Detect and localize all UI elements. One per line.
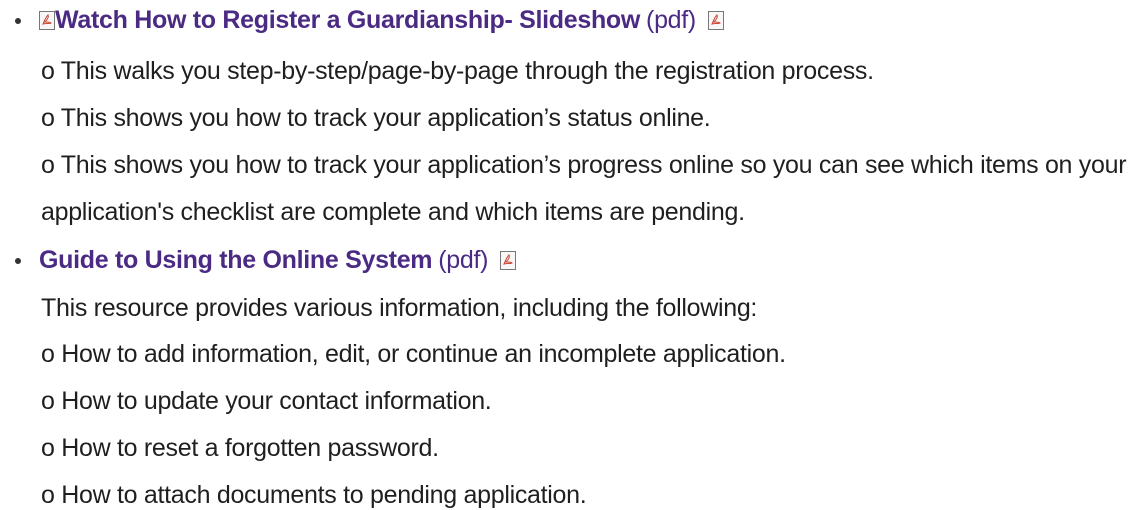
slideshow-link[interactable]: Watch How to Register a Guardianship- Sl… [55,5,640,35]
list-item-slideshow: Watch How to Register a Guardianship- Sl… [15,5,724,35]
bullet-icon [15,258,21,264]
detail-text: o This shows you how to track your appli… [41,151,1127,179]
pdf-label: (pdf) [646,6,696,34]
pdf-icon[interactable] [707,10,724,30]
detail-text: o This shows you how to track your appli… [41,104,711,132]
bullet-icon [15,18,21,24]
pdf-icon [39,10,55,30]
pdf-label: (pdf) [438,246,489,274]
pdf-icon[interactable] [500,250,517,270]
detail-text: This resource provides various informati… [41,294,758,322]
detail-text: o How to reset a forgotten password. [41,434,439,462]
resource-list: Watch How to Register a Guardianship- Sl… [0,0,1142,510]
detail-text: o How to attach documents to pending app… [41,481,587,509]
detail-text: o This walks you step-by-step/page-by-pa… [41,57,874,85]
detail-text: application's checklist are complete and… [41,198,745,226]
online-guide-link[interactable]: Guide to Using the Online System [39,245,433,275]
detail-text: o How to update your contact information… [41,387,492,415]
detail-text: o How to add information, edit, or conti… [41,340,786,368]
list-item-online-guide: Guide to Using the Online System (pdf) [15,245,517,275]
